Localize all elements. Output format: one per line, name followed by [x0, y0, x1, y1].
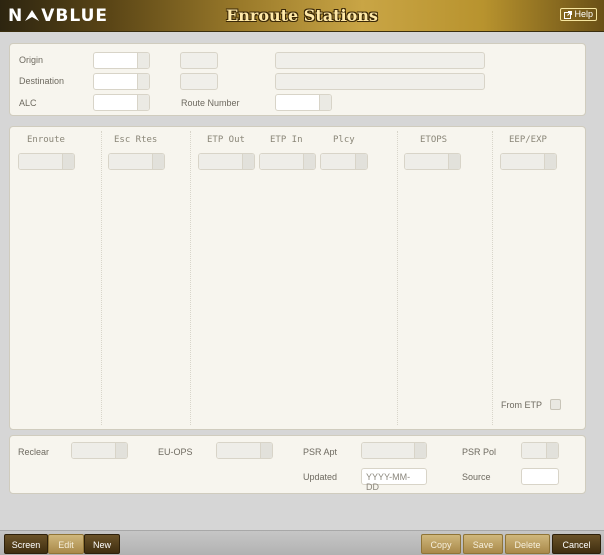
- etp-out-select[interactable]: [198, 153, 255, 170]
- column-header-eep-exp: EEP/EXP: [509, 135, 547, 145]
- origin-code-field: [180, 52, 218, 69]
- help-label: Help: [574, 9, 593, 19]
- column-header-etops: ETOPS: [420, 135, 448, 145]
- new-button[interactable]: New: [84, 534, 120, 554]
- esc-rtes-select[interactable]: [108, 153, 165, 170]
- enroute-grid-panel: Enroute Esc Rtes ETP Out ETP In Plcy ETO…: [9, 126, 586, 430]
- source-label: Source: [462, 472, 491, 482]
- destination-dropdown-button[interactable]: [137, 74, 149, 89]
- euops-label: EU-OPS: [158, 447, 193, 457]
- destination-label: Destination: [19, 76, 65, 86]
- delete-button[interactable]: Delete: [505, 534, 550, 554]
- details-panel: Reclear EU-OPS PSR Apt PSR Pol Updated Y…: [9, 435, 586, 494]
- from-etp-label: From ETP: [501, 400, 543, 410]
- euops-select[interactable]: [216, 442, 273, 459]
- psr-apt-label: PSR Apt: [303, 447, 338, 457]
- app-header: N VBLUE Enroute Stations Help: [0, 0, 604, 32]
- from-etp-checkbox[interactable]: [550, 399, 561, 410]
- updated-date-field[interactable]: YYYY-MM-DD: [361, 468, 427, 492]
- save-button[interactable]: Save: [463, 534, 503, 554]
- reclear-select[interactable]: [71, 442, 128, 459]
- help-button[interactable]: Help: [560, 8, 597, 21]
- psr-pol-label: PSR Pol: [462, 447, 497, 457]
- reclear-label: Reclear: [18, 447, 50, 457]
- enroute-select[interactable]: [18, 153, 75, 170]
- edit-button[interactable]: Edit: [48, 534, 84, 554]
- origin-input[interactable]: [93, 52, 150, 69]
- column-header-plcy: Plcy: [333, 135, 355, 145]
- destination-code-field: [180, 73, 218, 90]
- cancel-button[interactable]: Cancel: [552, 534, 601, 554]
- route-number-dropdown-button[interactable]: [319, 95, 331, 110]
- etops-select[interactable]: [404, 153, 461, 170]
- action-bar: Screen Edit New Copy Save Delete Cancel: [0, 530, 604, 555]
- column-header-enroute: Enroute: [27, 135, 65, 145]
- alc-input[interactable]: [93, 94, 150, 111]
- route-info-panel: Origin Destination ALC Route Number: [9, 43, 586, 116]
- destination-input[interactable]: [93, 73, 150, 90]
- origin-name-field: [275, 52, 485, 69]
- copy-button[interactable]: Copy: [421, 534, 461, 554]
- updated-label: Updated: [303, 472, 338, 482]
- psr-pol-select[interactable]: [521, 442, 559, 459]
- column-header-esc-rtes: Esc Rtes: [114, 135, 158, 145]
- alc-label: ALC: [19, 98, 37, 108]
- page-title: Enroute Stations: [226, 6, 378, 25]
- plcy-select[interactable]: [320, 153, 368, 170]
- screen-button[interactable]: Screen: [4, 534, 48, 554]
- column-header-etp-in: ETP In: [270, 135, 303, 145]
- origin-dropdown-button[interactable]: [137, 53, 149, 68]
- route-number-label: Route Number: [181, 98, 240, 108]
- source-field[interactable]: [521, 468, 559, 485]
- external-link-icon: [564, 10, 573, 19]
- column-header-etp-out: ETP Out: [207, 135, 245, 145]
- origin-label: Origin: [19, 55, 44, 65]
- destination-name-field: [275, 73, 485, 90]
- eep-exp-select[interactable]: [500, 153, 557, 170]
- etp-in-select[interactable]: [259, 153, 316, 170]
- alc-dropdown-button[interactable]: [137, 95, 149, 110]
- psr-apt-select[interactable]: [361, 442, 427, 459]
- route-number-input[interactable]: [275, 94, 332, 111]
